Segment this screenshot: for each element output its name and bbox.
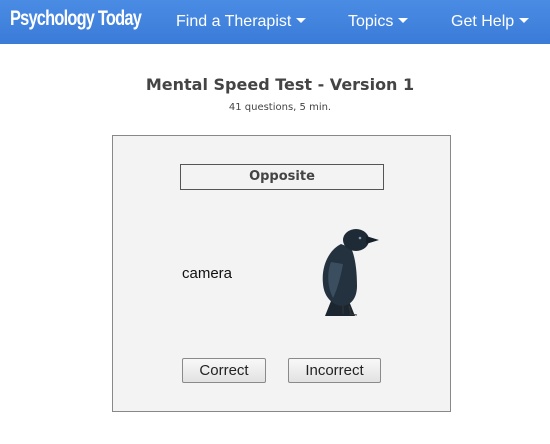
instruction-label: Opposite: [180, 164, 384, 190]
nav-find-a-therapist[interactable]: Find a Therapist: [176, 13, 307, 31]
incorrect-button[interactable]: Incorrect: [288, 358, 381, 383]
nav-get-help[interactable]: Get Help: [451, 13, 530, 31]
nav-find-a-therapist-label: Find a Therapist: [176, 13, 292, 30]
crow-icon: [322, 229, 379, 316]
test-panel: Opposite camera Correct Incorrect: [112, 135, 451, 412]
caret-down-icon: [519, 18, 530, 24]
nav-topics[interactable]: Topics: [348, 13, 409, 31]
top-navbar: Psychology Today Find a Therapist Topics…: [0, 0, 550, 44]
correct-button[interactable]: Correct: [182, 358, 266, 383]
nav-topics-label: Topics: [348, 13, 394, 30]
test-title: Mental Speed Test - Version 1: [145, 75, 415, 94]
caret-down-icon: [296, 18, 307, 24]
nav-get-help-label: Get Help: [451, 13, 515, 30]
caret-down-icon: [398, 18, 409, 24]
test-subtitle: 41 questions, 5 min.: [228, 102, 332, 113]
stimulus-word: camera: [182, 265, 233, 282]
site-logo[interactable]: Psychology Today: [10, 7, 142, 31]
